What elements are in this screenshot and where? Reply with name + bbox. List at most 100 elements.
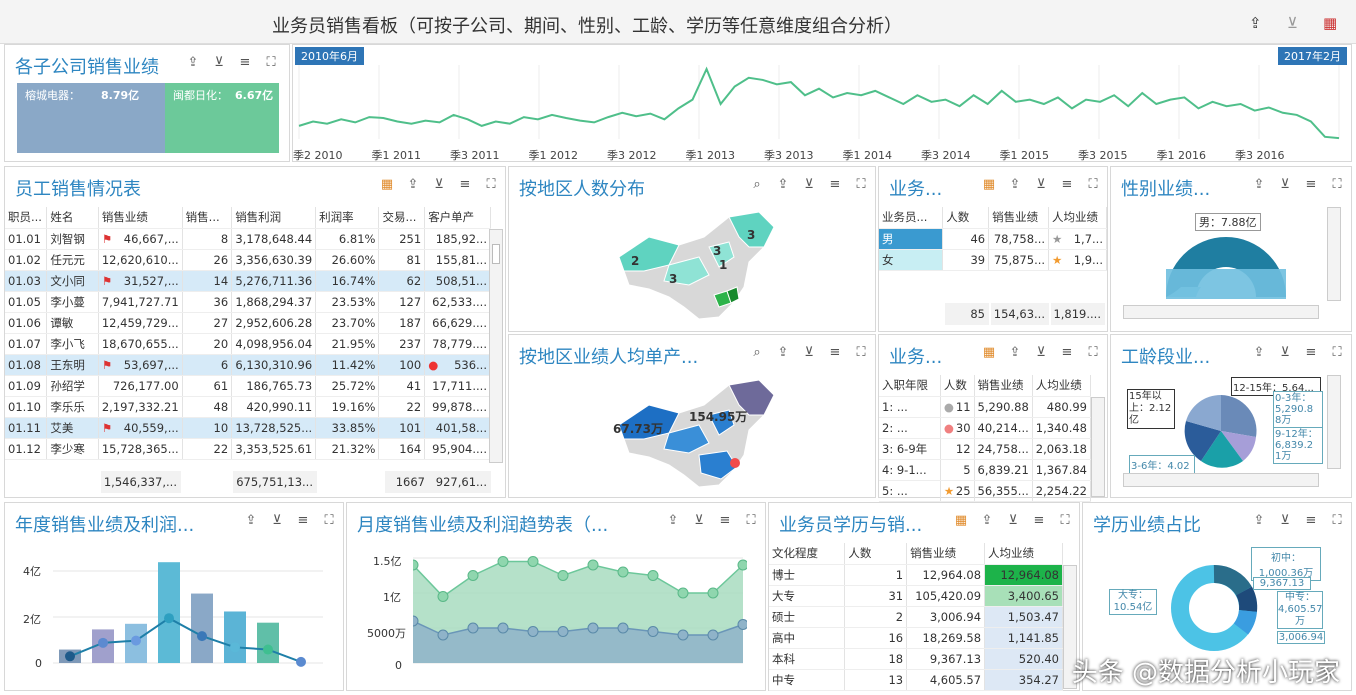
table-row[interactable]: 高中 16 18,269.58 1,141.85: [769, 627, 1063, 649]
fullscreen-icon[interactable]: ⛶: [263, 55, 279, 71]
point[interactable]: [557, 626, 569, 637]
column-header[interactable]: 销售利润: [231, 207, 317, 229]
zoom-icon[interactable]: ⌕: [749, 345, 765, 361]
point[interactable]: [647, 626, 659, 637]
bar[interactable]: [257, 622, 279, 663]
filter-icon[interactable]: ⊻: [431, 177, 447, 193]
fullscreen-icon[interactable]: ⛶: [483, 177, 499, 193]
point[interactable]: [230, 642, 240, 653]
filter-icon[interactable]: ⊻: [801, 177, 817, 193]
china-map[interactable]: 2 3 3 3 1: [609, 207, 789, 327]
table-row[interactable]: 1: ... ● 11 5,290.88 480.99: [879, 396, 1092, 418]
filter-icon[interactable]: ⊻: [1277, 513, 1293, 529]
table-row[interactable]: 女 39 75,875... ★ 1,9...: [879, 249, 1107, 271]
treemap-tile-2[interactable]: 闽都日化： 6.67亿: [165, 83, 279, 153]
point[interactable]: [98, 637, 108, 648]
point[interactable]: [707, 629, 719, 641]
column-header[interactable]: 人数: [940, 375, 975, 397]
filter-icon[interactable]: ⊻: [1005, 513, 1021, 529]
yearly-chart[interactable]: [53, 551, 329, 669]
table-row[interactable]: 01.03 文小同 ⚑ 31,527,... 14 5,276,711.36 16.74% 6…: [5, 270, 491, 292]
format-icon[interactable]: ≡: [1031, 513, 1047, 529]
grid-icon[interactable]: ▦: [981, 177, 997, 193]
bar[interactable]: [191, 593, 213, 663]
bar[interactable]: [158, 562, 180, 663]
export-icon[interactable]: ⇪: [405, 177, 421, 193]
export-icon[interactable]: ⇪: [775, 177, 791, 193]
table-row[interactable]: 01.06 谭敏 12,459,729... 27 2,952,606.28 23.70%…: [5, 312, 491, 334]
point[interactable]: [677, 587, 689, 599]
point[interactable]: [296, 656, 306, 667]
export-icon[interactable]: ⇪: [1251, 177, 1267, 193]
fullscreen-icon[interactable]: ⛶: [1085, 177, 1101, 193]
point[interactable]: [737, 619, 747, 630]
table-row[interactable]: 01.11 艾美 ⚑ 40,559,... 10 13,728,525... 33.85% 1…: [5, 417, 491, 439]
format-icon[interactable]: ≡: [237, 55, 253, 71]
monthly-chart[interactable]: [413, 551, 747, 669]
table-row[interactable]: 3: 6-9年 12 24,758... 2,063.18: [879, 438, 1092, 460]
column-header[interactable]: 利润率: [315, 207, 380, 229]
column-header[interactable]: 业务员...: [879, 207, 944, 229]
bar[interactable]: [224, 611, 246, 663]
point[interactable]: [617, 566, 629, 578]
point[interactable]: [707, 587, 719, 599]
column-header[interactable]: 姓名: [46, 207, 99, 229]
point[interactable]: [617, 622, 629, 634]
point[interactable]: [437, 591, 449, 602]
export-icon[interactable]: ⇪: [243, 513, 259, 529]
point[interactable]: [737, 559, 747, 571]
filter-icon[interactable]: ⊻: [269, 513, 285, 529]
format-icon[interactable]: ≡: [1303, 513, 1319, 529]
vertical-scrollbar[interactable]: [1091, 397, 1105, 497]
horizontal-scrollbar[interactable]: [1123, 305, 1319, 319]
share-icon[interactable]: ⇪: [1249, 14, 1262, 32]
format-icon[interactable]: ≡: [295, 513, 311, 529]
column-header[interactable]: 入职年限: [879, 375, 941, 397]
filter-icon[interactable]: ⊻: [1277, 177, 1293, 193]
column-header[interactable]: 人数: [942, 207, 990, 229]
timeline-chart[interactable]: 季2 2010 季1 2011 季3 2011 季1 2012 季3 2012 季1 20…: [293, 65, 1351, 161]
column-header[interactable]: 职员...: [5, 207, 48, 229]
table-row[interactable]: 01.12 李少寒 15,728,365... 22 3,353,525.61 21.32…: [5, 438, 491, 460]
table-row[interactable]: 男 46 78,758... ★ 1,7...: [879, 228, 1107, 250]
filter-icon[interactable]: ⊻: [801, 345, 817, 361]
table-row[interactable]: 01.08 王东明 ⚑ 53,697,... 6 6,130,310.96 11.42% 10…: [5, 354, 491, 376]
fullscreen-icon[interactable]: ⛶: [1085, 345, 1101, 361]
format-icon[interactable]: ≡: [1059, 177, 1075, 193]
point[interactable]: [647, 570, 659, 581]
point[interactable]: [131, 635, 141, 646]
format-icon[interactable]: ≡: [457, 177, 473, 193]
format-icon[interactable]: ≡: [1059, 345, 1075, 361]
point[interactable]: [263, 644, 273, 655]
export-icon[interactable]: ⇪: [775, 345, 791, 361]
fullscreen-icon[interactable]: ⛶: [853, 345, 869, 361]
format-icon[interactable]: ≡: [1303, 345, 1319, 361]
filter-icon[interactable]: ⊻: [691, 513, 707, 529]
fullscreen-icon[interactable]: ⛶: [743, 513, 759, 529]
column-header[interactable]: 销售...: [182, 207, 233, 229]
export-icon[interactable]: ⇪: [1007, 345, 1023, 361]
column-header[interactable]: 人数: [844, 543, 908, 565]
vertical-scrollbar[interactable]: [489, 229, 503, 463]
fullscreen-icon[interactable]: ⛶: [321, 513, 337, 529]
export-icon[interactable]: ⇪: [1007, 177, 1023, 193]
treemap-tile-1[interactable]: 榕城电器： 8.79亿: [17, 83, 165, 153]
format-icon[interactable]: ≡: [717, 513, 733, 529]
export-icon[interactable]: ⇪: [1251, 513, 1267, 529]
point[interactable]: [497, 556, 509, 567]
column-header[interactable]: 文化程度: [769, 543, 846, 565]
column-header[interactable]: 人均业绩: [984, 543, 1063, 565]
point[interactable]: [197, 631, 207, 642]
grid-icon[interactable]: ▦: [379, 177, 395, 193]
column-header[interactable]: 销售业绩: [98, 207, 183, 229]
calendar-icon[interactable]: ▦: [1323, 14, 1337, 32]
horizontal-scrollbar[interactable]: [1123, 473, 1319, 487]
table-row[interactable]: 中专 13 4,605.57 354.27: [769, 669, 1063, 691]
table-row[interactable]: 01.01 刘智钢 ⚑ 46,667,... 8 3,178,648.44 6.81% 251…: [5, 228, 491, 250]
table-row[interactable]: 01.05 李小蔓 7,941,727.71 36 1,868,294.37 23.53%…: [5, 291, 491, 313]
table-row[interactable]: 2: ... ● 30 40,214... 1,340.48: [879, 417, 1092, 439]
vertical-scrollbar[interactable]: [1327, 375, 1341, 469]
table-row[interactable]: 5: ... ★ 25 56,355... 2,254.22: [879, 480, 1092, 502]
fullscreen-icon[interactable]: ⛶: [853, 177, 869, 193]
grid-icon[interactable]: ▦: [981, 345, 997, 361]
